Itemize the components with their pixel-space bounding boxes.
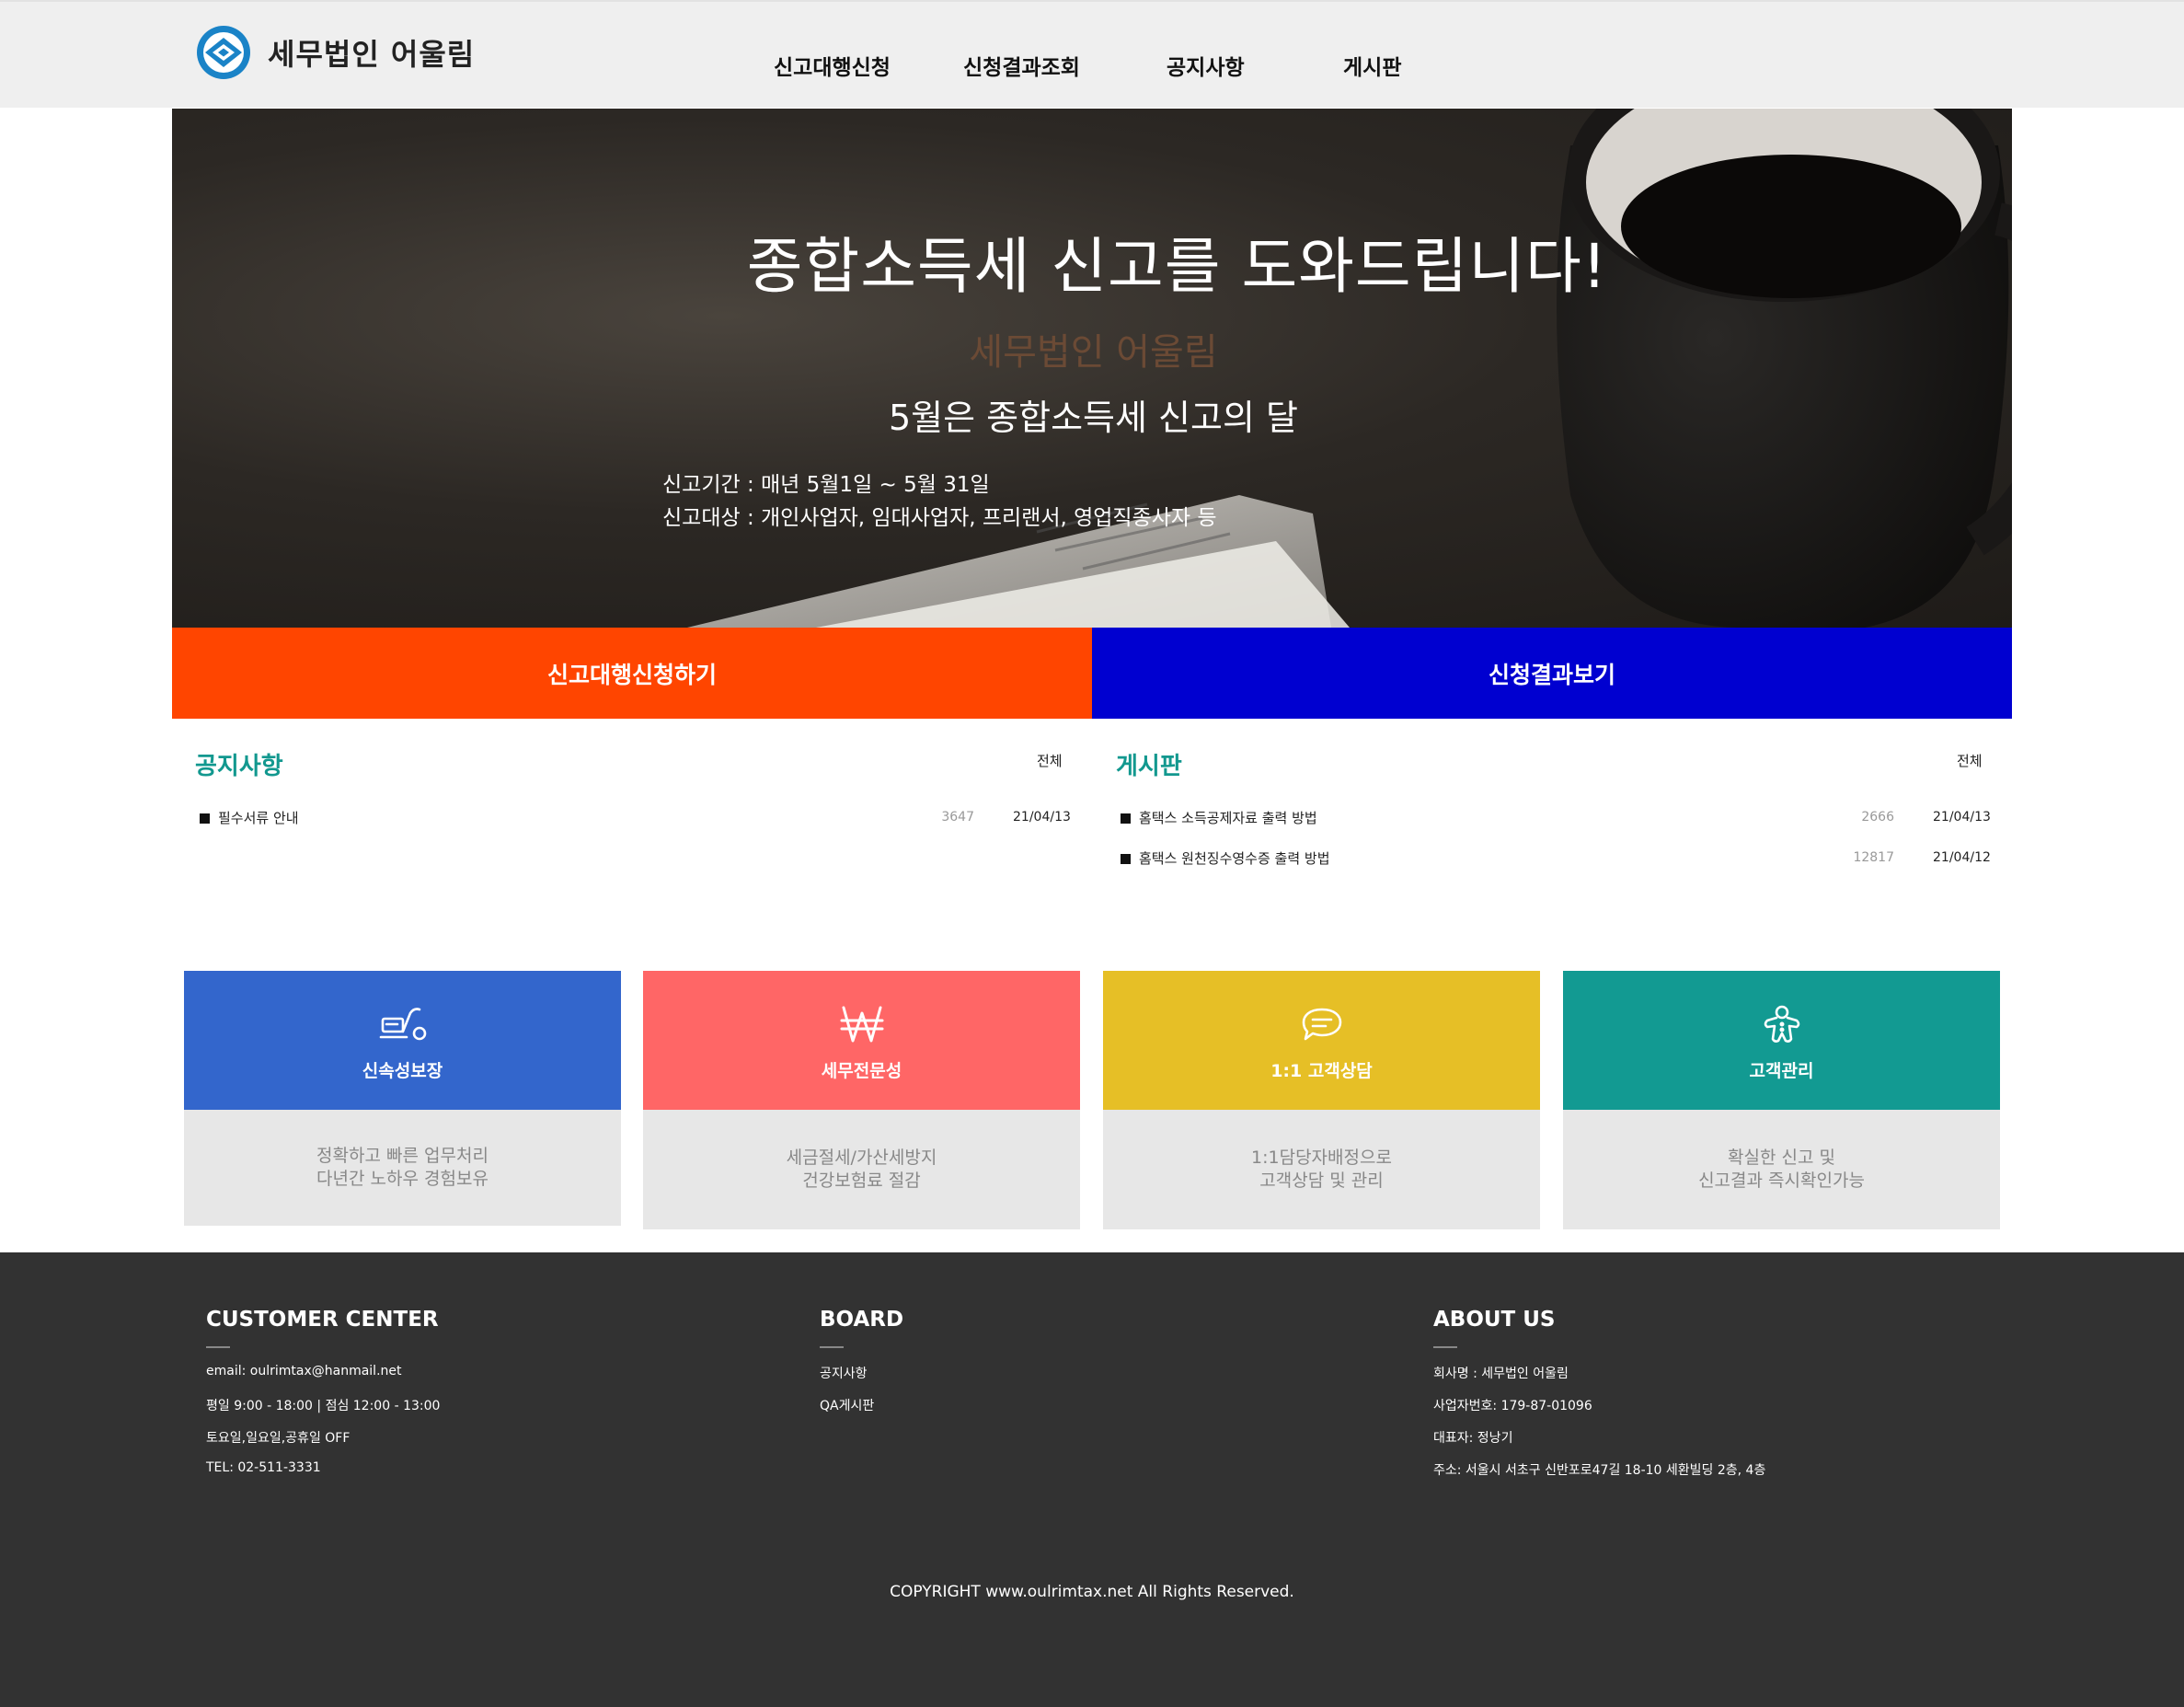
logo[interactable]: 세무법인 어울림 <box>194 25 475 80</box>
bullet-icon <box>200 813 210 824</box>
feature-title: 신속성보장 <box>362 1061 443 1081</box>
footer-address: 주소: 서울시 서초구 신반포로47길 18-10 세환빌딩 2층, 4층 <box>1433 1463 1766 1478</box>
footer-email: email: oulrimtax@hanmail.net <box>206 1364 402 1378</box>
footer-ceo: 대표자: 정낭기 <box>1433 1431 1513 1446</box>
nav-item-board[interactable]: 게시판 <box>1343 50 1401 81</box>
board-row[interactable]: 홈택스 소득공제자료 출력 방법 2666 21/04/13 <box>1121 808 1994 830</box>
gingerbread-icon <box>1764 1005 1799 1043</box>
nav-item-notice[interactable]: 공지사항 <box>1167 50 1245 81</box>
view-result-button[interactable]: 신청결과보기 <box>1092 628 2012 719</box>
hero-banner: 종합소득세 신고를 도와드립니다! 세무법인 어울림 5월은 종합소득세 신고의… <box>172 109 2012 628</box>
feature-title: 고객관리 <box>1749 1061 1814 1081</box>
feature-card-consulting[interactable]: 1:1 고객상담 1:1담당자배정으로 고객상담 및 관리 <box>1103 971 1540 1229</box>
footer-board: BOARD 공지사항 QA게시판 <box>820 1308 903 1428</box>
feature-desc-line: 확실한 신고 및 <box>1728 1148 1835 1168</box>
feature-card-header: 신속성보장 <box>184 971 621 1110</box>
feature-card-header: 고객관리 <box>1563 971 2000 1110</box>
board-row-title: 홈택스 원천징수영수증 출력 방법 <box>1139 850 1330 867</box>
feature-card-body: 세금절세/가산세방지 건강보험료 절감 <box>643 1110 1080 1229</box>
footer-divider <box>206 1346 230 1348</box>
feature-card-expertise[interactable]: 세무전문성 세금절세/가산세방지 건강보험료 절감 <box>643 971 1080 1229</box>
feature-card-body: 정확하고 빠른 업무처리 다년간 노하우 경험보유 <box>184 1110 621 1226</box>
hero-subtitle: 5월은 종합소득세 신고의 달 <box>889 398 1298 438</box>
footer-customer-center: CUSTOMER CENTER email: oulrimtax@hanmail… <box>206 1308 440 1493</box>
nav-item-apply[interactable]: 신고대행신청 <box>774 50 891 81</box>
logo-mark-icon <box>197 26 250 79</box>
board-more-link[interactable]: 전체 <box>1957 751 1983 770</box>
chat-bubble-icon <box>1302 1008 1341 1041</box>
feature-card-header: 1:1 고객상담 <box>1103 971 1540 1110</box>
notice-title: 공지사항 <box>195 753 283 780</box>
footer-divider <box>1433 1346 1457 1348</box>
footer-link-qa[interactable]: QA게시판 <box>820 1396 903 1428</box>
feature-desc-line: 고객상담 및 관리 <box>1259 1171 1384 1191</box>
hero-period: 신고기간 : 매년 5월1일 ~ 5월 31일 <box>662 473 990 497</box>
feature-desc-line: 1:1담당자배정으로 <box>1251 1148 1392 1168</box>
board-row[interactable]: 홈택스 원천징수영수증 출력 방법 12817 21/04/12 <box>1121 848 1994 871</box>
feature-desc-line: 신고결과 즉시확인가능 <box>1698 1171 1865 1191</box>
truck-icon <box>379 1008 426 1041</box>
bullet-icon <box>1121 813 1131 824</box>
board-title: 게시판 <box>1116 753 1182 780</box>
feature-title: 1:1 고객상담 <box>1270 1061 1373 1081</box>
feature-desc-line: 정확하고 빠른 업무처리 <box>316 1146 489 1166</box>
hero-company: 세무법인 어울림 <box>969 331 1218 374</box>
apply-button[interactable]: 신고대행신청하기 <box>172 628 1092 719</box>
notice-more-link[interactable]: 전체 <box>1037 751 1063 770</box>
feature-card-body: 확실한 신고 및 신고결과 즉시확인가능 <box>1563 1110 2000 1229</box>
notice-row-date: 21/04/13 <box>1013 810 1071 825</box>
site-header: 세무법인 어울림 신고대행신청 신청결과조회 공지사항 게시판 <box>0 0 2184 108</box>
board-row-date: 21/04/13 <box>1933 810 1991 825</box>
footer-hours: 평일 9:00 - 18:00 | 점심 12:00 - 13:00 <box>206 1399 441 1413</box>
hero-target: 신고대상 : 개인사업자, 임대사업자, 프리랜서, 영업직종사자 등 <box>662 506 1217 530</box>
site-footer: CUSTOMER CENTER email: oulrimtax@hanmail… <box>0 1252 2184 1707</box>
footer-holidays: 토요일,일요일,공휴일 OFF <box>206 1431 351 1446</box>
copyright: COPYRIGHT www.oulrimtax.net All Rights R… <box>890 1583 1294 1601</box>
footer-company: 회사명 : 세무법인 어울림 <box>1433 1367 1569 1381</box>
footer-heading: CUSTOMER CENTER <box>206 1308 439 1332</box>
feature-desc-line: 다년간 노하우 경험보유 <box>316 1169 489 1189</box>
logo-text: 세무법인 어울림 <box>268 37 476 72</box>
board-row-views: 12817 <box>1853 850 1894 865</box>
notice-row-views: 3647 <box>941 810 974 825</box>
footer-tel: TEL: 02-511-3331 <box>206 1460 321 1475</box>
footer-divider <box>820 1346 844 1348</box>
footer-business-number: 사업자번호: 179-87-01096 <box>1433 1399 1592 1413</box>
won-icon <box>840 1006 883 1043</box>
nav-item-result[interactable]: 신청결과조회 <box>963 50 1080 81</box>
feature-card-body: 1:1담당자배정으로 고객상담 및 관리 <box>1103 1110 1540 1229</box>
feature-desc-line: 건강보험료 절감 <box>802 1171 921 1191</box>
notice-row-title: 필수서류 안내 <box>218 810 299 826</box>
footer-heading: ABOUT US <box>1433 1308 1556 1332</box>
board-row-views: 2666 <box>1861 810 1894 825</box>
bullet-icon <box>1121 854 1131 864</box>
feature-card-speed[interactable]: 신속성보장 정확하고 빠른 업무처리 다년간 노하우 경험보유 <box>184 971 621 1226</box>
hero-title: 종합소득세 신고를 도와드립니다! <box>746 231 1608 302</box>
footer-heading: BOARD <box>820 1308 904 1332</box>
board-row-title: 홈택스 소득공제자료 출력 방법 <box>1139 810 1317 826</box>
board-row-date: 21/04/12 <box>1933 850 1991 865</box>
feature-title: 세무전문성 <box>821 1061 902 1081</box>
feature-card-management[interactable]: 고객관리 확실한 신고 및 신고결과 즉시확인가능 <box>1563 971 2000 1229</box>
footer-link-notice[interactable]: 공지사항 <box>820 1364 903 1396</box>
footer-about-us: ABOUT US 회사명 : 세무법인 어울림 사업자번호: 179-87-01… <box>1433 1308 1765 1493</box>
feature-desc-line: 세금절세/가산세방지 <box>786 1148 937 1168</box>
notice-row[interactable]: 필수서류 안내 3647 21/04/13 <box>200 808 1074 830</box>
feature-card-header: 세무전문성 <box>643 971 1080 1110</box>
